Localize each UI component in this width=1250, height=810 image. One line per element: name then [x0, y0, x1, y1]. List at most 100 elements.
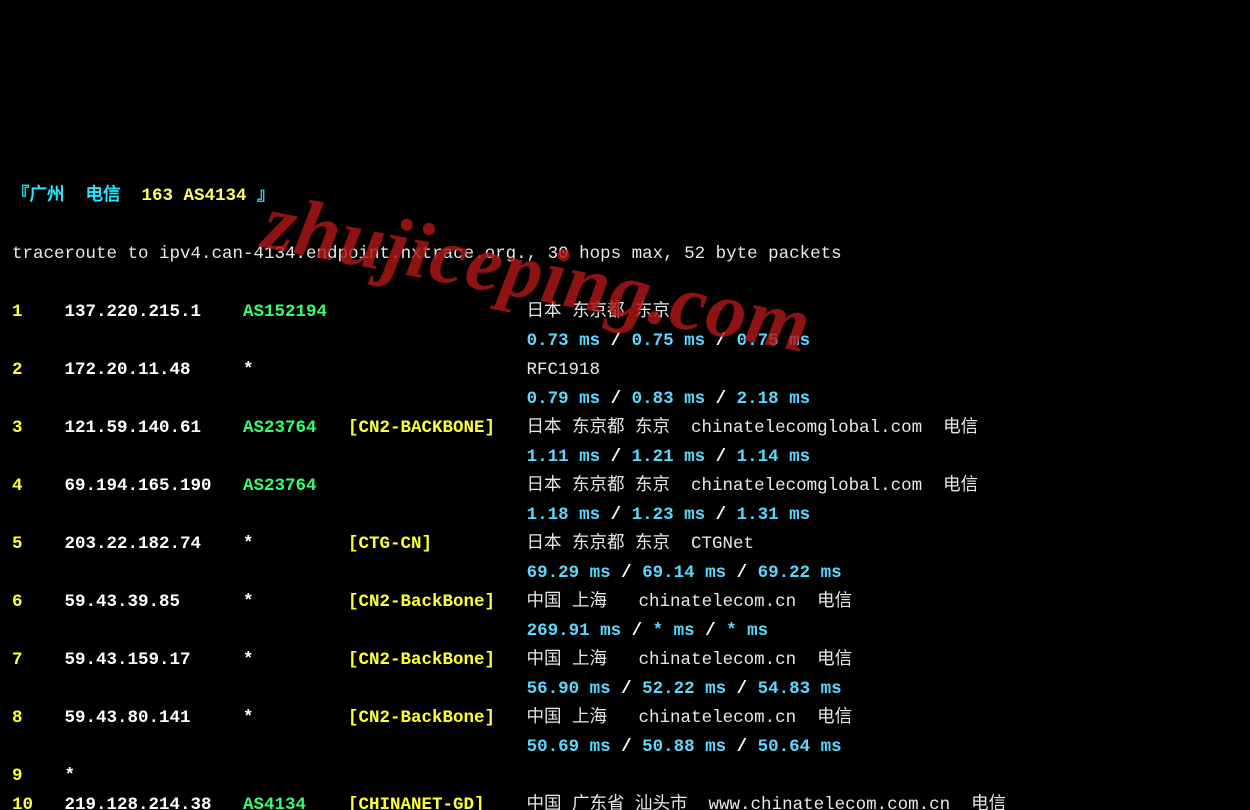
hop-row: 859.43.80.141*[CN2-BackBone]中国 上海 chinat…	[12, 704, 1238, 733]
hop-latency: 269.91 ms	[527, 621, 622, 641]
hop-latency: 50.69 ms	[527, 737, 611, 757]
hop-location: 中国 上海 chinatelecom.cn 电信	[527, 650, 853, 670]
hop-latency: 54.83 ms	[758, 679, 842, 699]
hop-latency: 69.22 ms	[758, 563, 842, 583]
latency-separator: /	[621, 621, 653, 641]
title-prefix: 『广州 电信	[12, 186, 142, 206]
hop-tag: [CN2-BACKBONE]	[348, 414, 527, 443]
hop-ip: 69.194.165.190	[65, 472, 244, 501]
hop-row: 3121.59.140.61AS23764[CN2-BACKBONE]日本 东京…	[12, 414, 1238, 443]
hop-latency: 0.73 ms	[527, 331, 601, 351]
hop-latency: 50.64 ms	[758, 737, 842, 757]
hop-location: 中国 上海 chinatelecom.cn 电信	[527, 592, 853, 612]
hop-ip: 59.43.80.141	[65, 704, 244, 733]
hop-latency-row: 1.18 ms / 1.23 ms / 1.31 ms	[12, 501, 1238, 530]
hop-row: 469.194.165.190AS23764 日本 东京都 东京 chinatel…	[12, 472, 1238, 501]
hop-row: 5203.22.182.74*[CTG-CN]日本 东京都 东京 CTGNet	[12, 530, 1238, 559]
hop-ip: *	[65, 762, 244, 791]
hop-row: 659.43.39.85*[CN2-BackBone]中国 上海 chinate…	[12, 588, 1238, 617]
hop-ip: 137.220.215.1	[65, 298, 244, 327]
hop-latency-row: 69.29 ms / 69.14 ms / 69.22 ms	[12, 559, 1238, 588]
hop-location: 日本 东京都 东京 chinatelecomglobal.com 电信	[527, 418, 979, 438]
hop-ip: 59.43.39.85	[65, 588, 244, 617]
hop-asn: *	[243, 646, 348, 675]
hop-tag: [CTG-CN]	[348, 530, 527, 559]
latency-separator: /	[726, 679, 758, 699]
hop-asn: *	[243, 530, 348, 559]
hop-number: 4	[12, 472, 65, 501]
latency-separator: /	[600, 331, 632, 351]
hop-number: 7	[12, 646, 65, 675]
hop-latency-row: 56.90 ms / 52.22 ms / 54.83 ms	[12, 675, 1238, 704]
hop-number: 10	[12, 791, 65, 810]
hop-latency: 0.83 ms	[632, 389, 706, 409]
hop-tag: [CHINANET-GD]	[348, 791, 527, 810]
hop-asn: *	[243, 704, 348, 733]
hop-latency: 0.75 ms	[737, 331, 811, 351]
hop-latency-row: 0.73 ms / 0.75 ms / 0.75 ms	[12, 327, 1238, 356]
hop-tag: [CN2-BackBone]	[348, 588, 527, 617]
hop-location: RFC1918	[527, 360, 601, 380]
hop-latency: 69.29 ms	[527, 563, 611, 583]
hop-asn: *	[243, 588, 348, 617]
hop-location: 中国 上海 chinatelecom.cn 电信	[527, 708, 853, 728]
latency-separator: /	[600, 389, 632, 409]
hop-latency: * ms	[653, 621, 695, 641]
hop-latency: * ms	[726, 621, 768, 641]
hop-latency: 0.75 ms	[632, 331, 706, 351]
hop-row: 9*	[12, 762, 1238, 791]
hop-latency-row: 269.91 ms / * ms / * ms	[12, 617, 1238, 646]
hop-ip: 59.43.159.17	[65, 646, 244, 675]
hop-number: 2	[12, 356, 65, 385]
latency-separator: /	[705, 331, 737, 351]
hop-location: 日本 东京都 东京 CTGNet	[527, 534, 755, 554]
hop-latency: 1.23 ms	[632, 505, 706, 525]
hop-latency: 69.14 ms	[642, 563, 726, 583]
latency-separator: /	[705, 389, 737, 409]
hop-latency: 1.11 ms	[527, 447, 601, 467]
hop-number: 3	[12, 414, 65, 443]
hop-latency: 2.18 ms	[737, 389, 811, 409]
hop-row: 10219.128.214.38AS4134[CHINANET-GD]中国 广东…	[12, 791, 1238, 810]
latency-separator: /	[600, 505, 632, 525]
hop-number: 1	[12, 298, 65, 327]
trace-title: 『广州 电信 163 AS4134 』	[12, 182, 1238, 211]
hop-latency: 0.79 ms	[527, 389, 601, 409]
latency-separator: /	[705, 447, 737, 467]
hop-tag: [CN2-BackBone]	[348, 646, 527, 675]
hop-location: 日本 东京都 东京 chinatelecomglobal.com 电信	[527, 476, 979, 496]
hop-latency: 1.14 ms	[737, 447, 811, 467]
hop-asn: AS23764	[243, 414, 348, 443]
hop-asn: AS23764	[243, 472, 348, 501]
hop-asn: AS152194	[243, 298, 348, 327]
latency-separator: /	[726, 737, 758, 757]
hop-latency: 52.22 ms	[642, 679, 726, 699]
hop-ip: 219.128.214.38	[65, 791, 244, 810]
hop-number: 5	[12, 530, 65, 559]
hop-location: 中国 广东省 汕头市 www.chinatelecom.com.cn 电信	[527, 795, 1007, 810]
hop-location: 日本 东京都 东京	[527, 302, 671, 322]
hop-latency-row: 1.11 ms / 1.21 ms / 1.14 ms	[12, 443, 1238, 472]
hop-number: 6	[12, 588, 65, 617]
hop-tag: [CN2-BackBone]	[348, 704, 527, 733]
latency-separator: /	[600, 447, 632, 467]
hop-latency: 1.18 ms	[527, 505, 601, 525]
latency-separator: /	[611, 563, 643, 583]
hop-row: 1137.220.215.1AS152194 日本 东京都 东京	[12, 298, 1238, 327]
hop-row: 2172.20.11.48* RFC1918	[12, 356, 1238, 385]
hop-latency-row: 50.69 ms / 50.88 ms / 50.64 ms	[12, 733, 1238, 762]
latency-separator: /	[705, 505, 737, 525]
hop-ip: 121.59.140.61	[65, 414, 244, 443]
title-asn: 163 AS4134	[142, 186, 247, 206]
hop-latency: 1.31 ms	[737, 505, 811, 525]
hop-latency: 50.88 ms	[642, 737, 726, 757]
title-suffix: 』	[247, 186, 275, 206]
hop-ip: 203.22.182.74	[65, 530, 244, 559]
latency-separator: /	[611, 679, 643, 699]
hop-ip: 172.20.11.48	[65, 356, 244, 385]
hop-row: 759.43.159.17*[CN2-BackBone]中国 上海 chinat…	[12, 646, 1238, 675]
hop-latency-row: 0.79 ms / 0.83 ms / 2.18 ms	[12, 385, 1238, 414]
hop-asn: *	[243, 356, 348, 385]
hop-number: 8	[12, 704, 65, 733]
latency-separator: /	[695, 621, 727, 641]
